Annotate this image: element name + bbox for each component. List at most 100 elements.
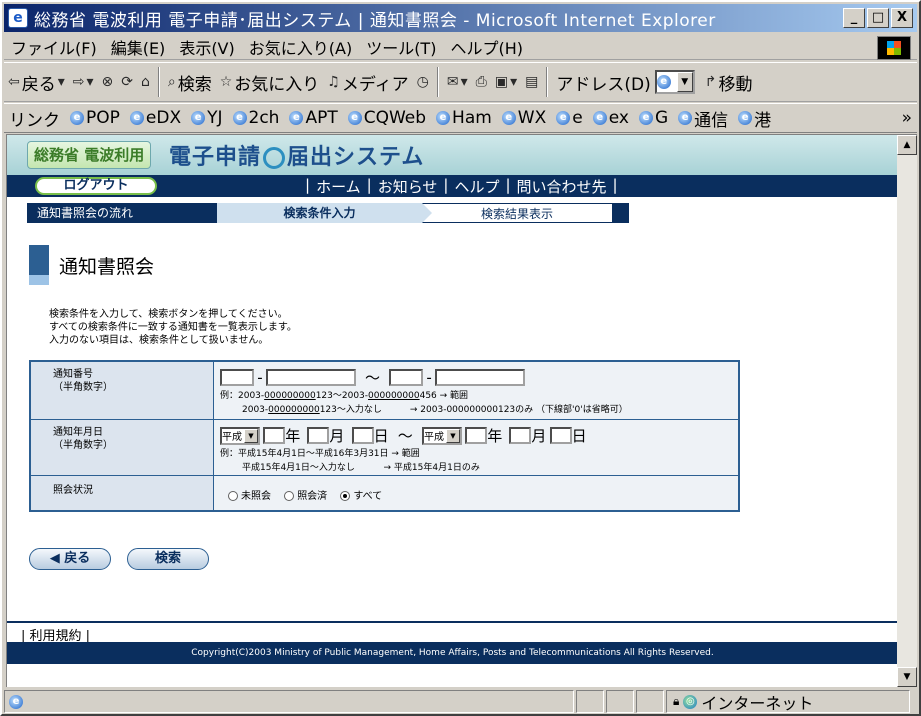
signal-icon [263,147,286,169]
menu-edit[interactable]: 編集(E) [104,35,173,59]
link-item[interactable]: e YJ [186,108,227,128]
number-from-year-input[interactable] [220,369,254,386]
discuss-button[interactable]: ▤ [521,74,542,90]
nav-help[interactable]: ヘルプ [448,176,505,197]
status-bar: e 🔒︎ ◎ インターネット [4,689,917,714]
status-radio-unread[interactable]: 未照会 [228,491,271,502]
link-item[interactable]: e Ham [431,108,497,128]
system-logo: 電子申請 届出システム [169,145,425,170]
menu-bar: ファイル(F) 編集(E) 表示(V) お気に入り(A) ツール(T) ヘルプ(… [4,34,917,60]
refresh-icon: ⟳ [121,74,133,90]
ministry-logo[interactable]: 総務省 電波利用 [27,141,152,169]
link-item[interactable]: e CQWeb [343,108,431,128]
link-item[interactable]: e 通信 [673,106,733,131]
page-title: 通知書照会 [59,255,155,278]
link-item[interactable]: eG [634,108,673,128]
date-to-year-input[interactable] [465,427,488,444]
home-button[interactable]: ⌂ [137,74,154,90]
maximize-button[interactable]: □ [867,8,889,28]
browser-window: e 総務省 電波利用 電子申請･届出システム | 通知書照会 - Microso… [0,0,921,716]
media-button[interactable]: ♫ メディア [323,70,412,95]
stop-button[interactable]: ⊗ [98,74,118,90]
search-button[interactable]: ⌕ 検索 [164,70,216,95]
back-button[interactable]: ⇦ 戻る ▾ [4,70,69,95]
nav-news[interactable]: お知らせ [372,176,444,197]
close-button[interactable]: X [891,8,913,28]
ie-page-icon: e [191,111,206,125]
back-page-button[interactable]: ◀ 戻る [29,548,111,570]
number-to-serial-input[interactable] [434,369,525,386]
date-to-era-select[interactable]: 平成 ▼ [422,426,462,445]
mail-icon: ✉ [446,74,459,90]
menu-favorites[interactable]: お気に入り(A) [242,35,359,59]
ie-page-icon: e [70,111,84,125]
menu-file[interactable]: ファイル(F) [4,35,104,59]
scroll-down-button[interactable]: ▼ [897,667,917,687]
vertical-scrollbar[interactable]: ▲ ▼ [897,134,917,687]
date-from-year-input[interactable] [263,427,286,444]
address-label: アドレス(D) [556,74,651,95]
menu-view[interactable]: 表示(V) [172,35,241,59]
link-item[interactable]: e APT [284,108,342,128]
logout-button[interactable]: ログアウト [35,177,157,195]
link-item[interactable]: ee [551,108,587,128]
menu-help[interactable]: ヘルプ(H) [443,35,530,59]
search-submit-button[interactable]: 検索 [127,548,209,570]
link-item[interactable]: e WX [497,108,551,128]
chevron-down-icon: ▾ [57,74,65,90]
address-input[interactable]: e ▼ [654,70,695,94]
status-radio-all[interactable]: すべて [340,491,382,502]
scroll-up-button[interactable]: ▲ [897,135,917,155]
forward-button[interactable]: ⇨ ▾ [69,74,98,90]
ie-page-icon: e [592,111,607,125]
history-button[interactable]: ◷ [413,74,433,90]
search-form: 通知番号 （半角数字） - ～ - 例：2003-000000000123～200… [29,360,740,512]
print-button[interactable]: ⎙ [472,74,491,90]
date-from-day-input[interactable] [351,427,374,444]
page-viewport: 総務省 電波利用 電子申請 届出システム ログアウト | ホーム | お知らせ |… [6,134,897,687]
chevron-down-icon: ▾ [460,74,468,90]
ie-page-icon: e [638,111,653,125]
stop-icon: ⊗ [101,74,114,90]
date-from-era-select[interactable]: 平成 ▼ [220,426,260,445]
links-label: リンク [9,110,60,131]
number-to-year-input[interactable] [389,369,424,386]
ie-page-icon: e [436,111,451,125]
search-icon: ⌕ [167,74,176,90]
favorites-button[interactable]: ☆ お気に入り [216,70,324,95]
date-label: 通知年月日 [53,427,103,438]
date-to-day-input[interactable] [549,427,572,444]
date-from-month-input[interactable] [307,427,330,444]
chevron-down-icon: ▼ [244,428,258,443]
link-item[interactable]: e POP [65,108,125,128]
date-example-2: 平成15年4月1日～入力なし → 平成15年4月1日のみ [242,463,480,473]
go-button[interactable]: ↱ 移動 [701,70,757,95]
nav-home[interactable]: ホーム [310,176,367,197]
links-more-button[interactable]: » [897,108,917,128]
ie-page-icon: e [232,111,247,125]
refresh-button[interactable]: ⟳ [117,74,137,90]
media-icon: ♫ [327,74,340,90]
home-icon: ⌂ [141,74,150,90]
status-zone: 🔒︎ ◎ インターネット [666,690,910,713]
date-to-month-input[interactable] [509,427,532,444]
number-example-1: 例：2003-000000000123～2003-000000000456 → … [220,391,469,401]
link-item[interactable]: e 2ch [228,108,285,128]
ie-page-icon: e [347,111,362,125]
mail-button[interactable]: ✉ ▾ [443,74,472,90]
chevron-down-icon[interactable]: ▼ [676,72,693,92]
forward-arrow-icon: ⇨ [72,74,85,90]
menu-tools[interactable]: ツール(T) [359,35,443,59]
discuss-icon: ▤ [525,74,539,90]
ie-page-icon: e [556,111,571,125]
link-item[interactable]: e港 [733,106,776,131]
go-arrow-icon: ↱ [704,74,717,90]
minimize-button[interactable]: _ [843,8,865,28]
window-title: 総務省 電波利用 電子申請･届出システム | 通知書照会 - Microsoft… [34,10,716,31]
nav-contact[interactable]: 問い合わせ先 [511,176,613,197]
status-radio-read[interactable]: 照会済 [284,491,327,502]
link-item[interactable]: e ex [588,108,634,128]
link-item[interactable]: e eDX [125,108,186,128]
edit-button[interactable]: ▣ ▾ [491,74,521,90]
number-from-serial-input[interactable] [265,369,356,386]
